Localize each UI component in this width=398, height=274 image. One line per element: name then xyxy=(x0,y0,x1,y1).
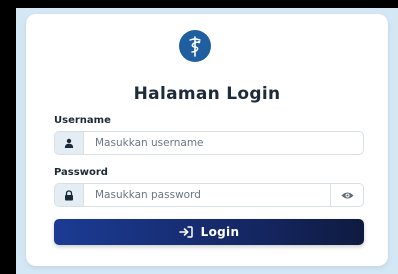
password-label: Password xyxy=(54,167,108,178)
username-label: Username xyxy=(54,115,111,126)
login-button-label: Login xyxy=(200,225,240,239)
page-title: Halaman Login xyxy=(133,84,281,104)
user-icon xyxy=(55,132,84,154)
eye-icon[interactable] xyxy=(330,184,363,206)
username-field[interactable] xyxy=(54,131,364,155)
username-input[interactable] xyxy=(95,135,325,151)
password-input[interactable] xyxy=(95,187,325,203)
password-field[interactable] xyxy=(54,183,364,207)
login-button[interactable]: Login xyxy=(54,219,364,245)
login-arrow-icon xyxy=(178,226,193,238)
lock-icon xyxy=(55,184,84,206)
caduceus-icon xyxy=(179,30,211,62)
